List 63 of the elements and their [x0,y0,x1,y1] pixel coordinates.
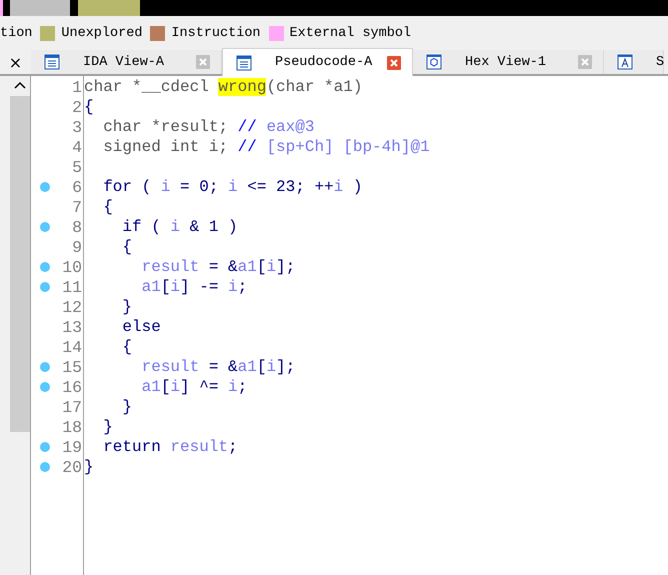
code-line: a1[i] ^= i; [140,377,248,397]
line-number: 2 [72,98,83,116]
line-number: 3 [72,118,83,136]
code-line: result = &a1[i]; [140,257,296,277]
line-number: 14 [62,338,83,356]
navigation-band[interactable] [0,0,668,16]
line-number: 10 [62,258,83,276]
line-number: 15 [62,358,83,376]
line-number: 12 [62,298,83,316]
code-line: } [84,457,94,477]
line-number: 4 [72,138,83,156]
listing-icon [43,53,61,71]
tab[interactable]: Pseudocode-A [222,48,413,76]
line-number: 13 [62,318,83,336]
legend-label: tion [0,26,32,40]
code-line: { [84,97,94,117]
scroll-thumb[interactable] [10,96,30,432]
code-line: { [121,337,132,357]
line-number: 17 [62,398,83,416]
code-line: { [121,237,132,257]
line-number: 1 [72,78,83,96]
code-line: if ( i & 1 ) [121,217,238,237]
breakpoint-dot[interactable] [40,222,50,232]
close-icon[interactable] [386,54,402,70]
tab[interactable]: IDA View-A [31,50,222,74]
line-number: 18 [62,418,83,436]
line-number: 16 [62,378,83,396]
line-number: 11 [62,278,83,296]
code-line: return result; [102,437,238,457]
listing-icon [235,54,253,72]
line-number: 5 [72,158,83,176]
code-line: for ( i = 0; i <= 23; ++i ) [102,177,362,197]
line-number: 8 [72,218,83,236]
code-line: result = &a1[i]; [140,357,296,377]
close-icon[interactable] [577,54,593,70]
line-number: 7 [72,198,83,216]
code-line: { [102,197,113,217]
tab[interactable]: S [604,50,664,74]
code-line: else [121,317,161,337]
close-icon[interactable] [195,54,211,70]
code-line: a1[i] -= i; [140,277,248,297]
code-line: } [121,297,132,317]
line-number: 9 [72,238,83,256]
line-number: 20 [62,458,83,476]
breakpoint-dot[interactable] [40,262,50,272]
code-line: char *__cdecl wrong(char *a1) [84,77,362,97]
legend-label: Unexplored [61,26,142,40]
breakpoint-dot[interactable] [40,282,50,292]
line-number: 6 [72,178,83,196]
breakpoint-dot[interactable] [40,182,50,192]
code-line: signed int i; // [sp+Ch] [bp-4h]@1 [102,137,430,157]
code-line: } [102,417,113,437]
struct-icon [616,53,634,71]
code-line: char *result; // eax@3 [102,117,314,137]
breakpoint-dot[interactable] [40,362,50,372]
legend-label: Instruction [171,26,261,40]
breakpoint-dot[interactable] [40,462,50,472]
line-number: 19 [62,438,83,456]
breakpoint-dot[interactable] [40,442,50,452]
legend-label: External symbol [290,26,412,40]
breakpoint-dot[interactable] [40,382,50,392]
code-line: } [121,397,132,417]
tab[interactable]: Hex View-1 [413,50,604,74]
